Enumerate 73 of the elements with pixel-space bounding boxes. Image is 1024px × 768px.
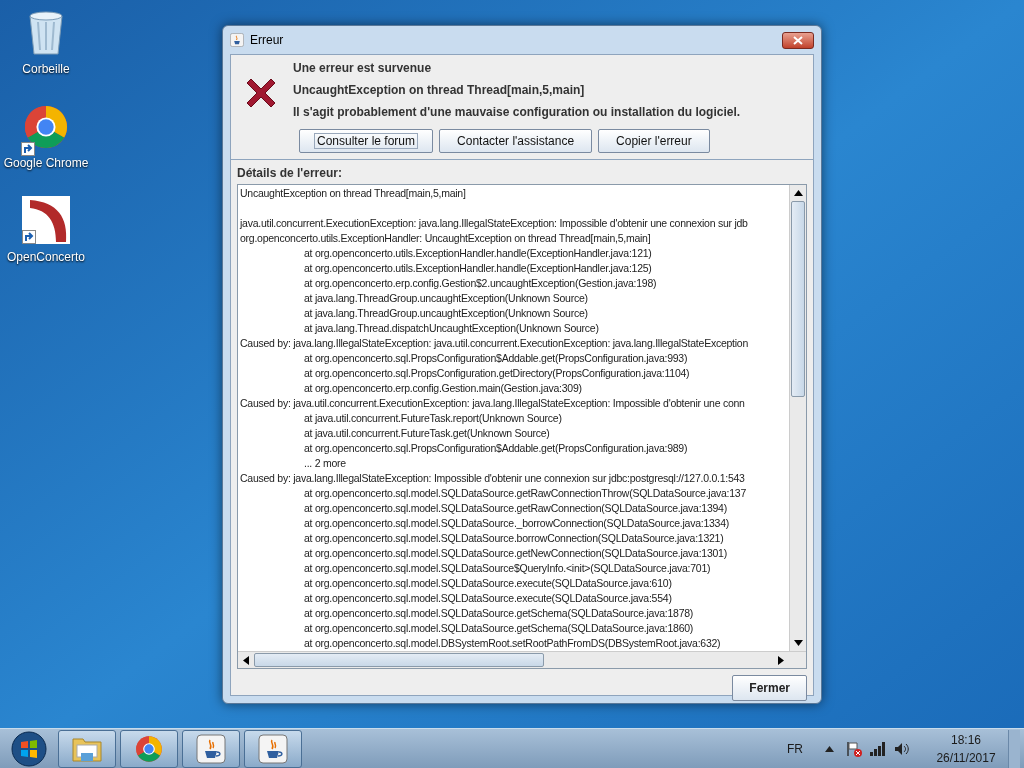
app-logo-icon (22, 196, 70, 244)
stack-trace-line: at org.openconcerto.sql.model.SQLDataSource.getNewConnection(SQLDataSource.java:1301) (304, 547, 727, 559)
stack-trace-line: at org.openconcerto.erp.config.Gestion$2.uncaughtException(Gestion.java:198) (304, 277, 657, 289)
taskbar-button[interactable] (244, 729, 302, 768)
coffee-cup-icon (196, 733, 226, 764)
desktop-icon-label[interactable]: Google Chrome (3, 154, 89, 172)
error-heading: Une erreur est survenue (293, 60, 433, 77)
stack-trace-line: at org.openconcerto.sql.model.DBSystemRoot.setRootPathFromDS(DBSystemRoot.java:632) (304, 637, 721, 649)
taskbar-button[interactable] (182, 729, 240, 768)
stack-trace-line: Caused by: java.lang.IllegalStateException: java.util.concurrent.ExecutionException: java.lang.IllegalStateException (240, 337, 748, 349)
taskbar-button[interactable] (120, 729, 178, 768)
signal-bars-icon[interactable] (870, 741, 886, 756)
flag-warning-icon[interactable] (846, 740, 862, 757)
stack-trace-line: ... 2 more (304, 457, 346, 469)
scroll-right-icon (778, 655, 784, 665)
windows-logo-icon (11, 730, 47, 767)
stack-trace-line: at java.util.concurrent.FutureTask.get(Unknown Source) (304, 427, 550, 439)
desktop-icon-label[interactable]: OpenConcerto (6, 248, 85, 266)
stack-trace-line: at java.lang.ThreadGroup.uncaughtException(Unknown Source) (304, 307, 588, 319)
chrome-icon (135, 734, 163, 763)
stack-trace-line: UncaughtException on thread Thread[main,5,main] (240, 187, 466, 199)
exception-text: UncaughtException on thread Thread[main,5,main] (293, 82, 586, 99)
dialog-button[interactable]: Consulter le forum (299, 129, 434, 153)
stack-trace-line: at org.openconcerto.sql.model.SQLDataSource.borrowConnection(SQLDataSource.java:1321) (304, 532, 724, 544)
stack-trace-line: at org.openconcerto.sql.model.SQLDataSource.getSchema(SQLDataSource.java:1878) (304, 607, 694, 619)
stack-trace-line: at org.openconcerto.sql.PropsConfiguration$Addable.get(PropsConfiguration.java:989) (304, 442, 688, 454)
stack-trace-line: org.openconcerto.utils.ExceptionHandler: UncaughtException on thread Thread[main,5,main] (240, 232, 651, 244)
stack-trace-line: Caused by: java.lang.IllegalStateException: Impossible d'obtenir une connexion sur jdbc:postgresql://127.0.0.1:543 (240, 472, 745, 484)
scrollbar-thumb[interactable] (254, 653, 544, 667)
stack-trace-line: at org.openconcerto.sql.model.SQLDataSource.execute(SQLDataSource.java:554) (304, 592, 672, 604)
stack-trace-line: at org.openconcerto.sql.model.SQLDataSource$QueryInfo.<init>(SQLDataSource.java:701) (304, 562, 711, 574)
coffee-cup-icon (258, 733, 288, 764)
speaker-icon[interactable] (894, 741, 910, 756)
close-button[interactable] (782, 31, 814, 49)
horizontal-scrollbar[interactable] (238, 651, 806, 668)
scroll-up-icon (793, 190, 803, 196)
stack-trace-line: at org.openconcerto.sql.model.SQLDataSource.execute(SQLDataSource.java:610) (304, 577, 672, 589)
stack-trace-line: java.util.concurrent.ExecutionException: java.lang.IllegalStateException: Impossible d'obtenir une connexion sur jdb (240, 217, 748, 229)
stack-trace-line: at org.openconcerto.erp.config.Gestion.main(Gestion.java:309) (304, 382, 582, 394)
show-hidden-icons-icon[interactable] (825, 745, 834, 752)
stack-trace-line: at org.openconcerto.sql.PropsConfiguration$Addable.get(PropsConfiguration.java:993) (304, 352, 688, 364)
shortcut-arrow-icon (22, 230, 36, 244)
stack-trace-line: at java.lang.ThreadGroup.uncaughtException(Unknown Source) (304, 292, 588, 304)
stack-trace-line: at org.openconcerto.utils.ExceptionHandler.handle(ExceptionHandler.java:125) (304, 262, 652, 274)
coffee-cup-icon (230, 33, 244, 47)
clock-time[interactable]: 18:16 (951, 730, 981, 749)
stack-trace-line: Caused by: java.util.concurrent.ExecutionException: java.lang.IllegalStateException: Impossible d'obtenir une conn (240, 397, 745, 409)
chrome-icon (23, 104, 69, 150)
clock-date[interactable]: 26/11/2017 (936, 748, 996, 767)
dialog-button[interactable]: Contacter l'assistance (439, 129, 593, 153)
close-icon (793, 35, 803, 45)
details-label: Détails de l'erreur: (237, 165, 343, 182)
stack-trace-line: at org.openconcerto.utils.ExceptionHandler.handle(ExceptionHandler.java:121) (304, 247, 652, 259)
stack-trace-line: at java.lang.Thread.dispatchUncaughtException(Unknown Source) (304, 322, 599, 334)
vertical-scrollbar[interactable] (789, 185, 806, 651)
language-indicator[interactable]: FR (787, 739, 803, 758)
stack-trace-line: at org.openconcerto.sql.model.SQLDataSource.getSchema(SQLDataSource.java:1860) (304, 622, 694, 634)
error-message: Il s'agit probablement d'une mauvaise configuration ou installation du logiciel. (293, 104, 741, 121)
recycle-bin-icon (26, 8, 66, 56)
window-title: Erreur (250, 32, 284, 49)
scrollbar-thumb[interactable] (791, 201, 805, 397)
stack-trace-line: at org.openconcerto.sql.model.SQLDataSource._borrowConnection(SQLDataSource.java:1334) (304, 517, 729, 529)
stack-trace-line: at org.openconcerto.sql.model.SQLDataSource.getRawConnection(SQLDataSource.java:1394) (304, 502, 727, 514)
scroll-left-icon (243, 655, 249, 665)
stack-trace-line: at java.util.concurrent.FutureTask.report(Unknown Source) (304, 412, 562, 424)
scroll-down-icon (793, 640, 803, 646)
taskbar-button[interactable] (58, 729, 116, 768)
shortcut-arrow-icon (21, 142, 35, 156)
close-dialog-button[interactable]: Fermer (732, 675, 807, 701)
stack-trace-line: at org.openconcerto.sql.model.SQLDataSource.getRawConnectionThrow(SQLDataSource.java:137 (304, 487, 746, 499)
stack-trace-line: at org.openconcerto.sql.PropsConfiguration.getDirectory(PropsConfiguration.java:1104) (304, 367, 690, 379)
dialog-button[interactable]: Copier l'erreur (598, 129, 710, 153)
desktop-icon-label[interactable]: Corbeille (22, 60, 70, 78)
